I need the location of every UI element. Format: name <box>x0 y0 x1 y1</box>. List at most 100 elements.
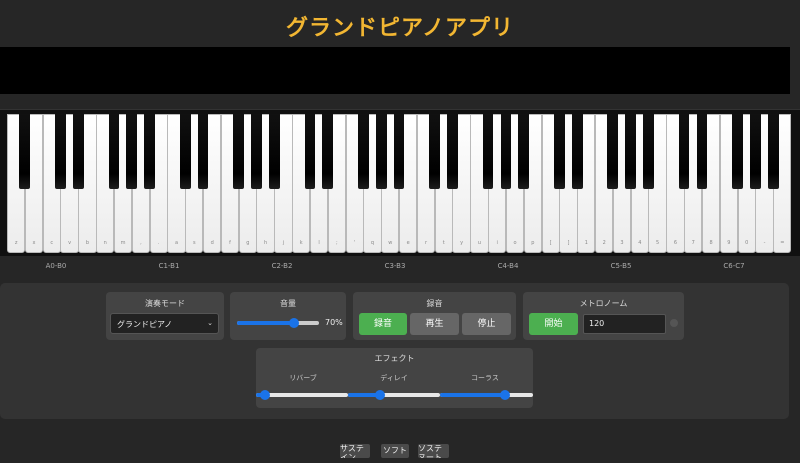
chorus-label: コーラス <box>471 374 499 382</box>
key-label: f <box>229 240 231 246</box>
key-label: . <box>157 240 160 246</box>
sostenuto-pedal-button[interactable]: ソステヌート <box>418 444 449 458</box>
black-key[interactable] <box>19 114 31 189</box>
app-title: グランドピアノアプリ <box>285 16 515 41</box>
key-label: u <box>477 240 481 246</box>
black-key[interactable] <box>393 114 405 189</box>
key-label: = <box>780 240 785 246</box>
octave-label: C2-B2 <box>271 262 293 270</box>
reverb-label: リバーブ <box>289 374 317 382</box>
piano-keys: z x c v b n m,. a s d f g h j k l; ' q w e r t y u i o p [] 1 2 3 4 5 6 7 8… <box>7 114 792 253</box>
reverb-slider[interactable] <box>256 390 348 400</box>
bpm-input[interactable]: 120 <box>583 314 666 334</box>
key-label: q <box>370 240 375 246</box>
black-key[interactable] <box>571 114 583 189</box>
key-label: n <box>103 240 107 246</box>
key-label: [ <box>549 240 552 246</box>
black-key[interactable] <box>625 114 636 189</box>
black-key[interactable] <box>108 114 120 189</box>
key-label: a <box>174 240 179 246</box>
black-key[interactable] <box>233 114 244 189</box>
key-label: r <box>424 240 427 246</box>
volume-title: 音量 <box>280 299 296 308</box>
key-label: c <box>50 240 54 246</box>
octave-label: C4-B4 <box>497 262 519 270</box>
key-label: y <box>460 240 464 246</box>
black-key[interactable] <box>750 114 761 189</box>
key-label: 5 <box>656 240 660 246</box>
key-label: d <box>210 240 214 246</box>
key-label: w <box>388 240 393 246</box>
black-key[interactable] <box>179 114 191 189</box>
record-button[interactable]: 録音 <box>359 313 407 335</box>
key-label: 4 <box>638 240 642 246</box>
black-key[interactable] <box>696 114 708 189</box>
metronome-start-button[interactable]: 開始 <box>529 313 578 335</box>
key-label: , <box>140 240 142 246</box>
sustain-pedal-button[interactable]: サステイン <box>340 444 370 458</box>
black-key[interactable] <box>447 114 458 189</box>
key-label: 8 <box>709 240 713 246</box>
octave-label: A0-B0 <box>45 262 67 270</box>
chorus-slider[interactable] <box>440 390 533 400</box>
key-label: e <box>406 240 410 246</box>
chorus-slider-fill <box>440 393 506 397</box>
key-label: l <box>318 240 320 246</box>
key-label: i <box>496 240 498 246</box>
key-label: 1 <box>584 240 588 246</box>
black-key[interactable] <box>518 114 530 189</box>
key-label: h <box>264 240 268 246</box>
mode-title: 演奏モード <box>145 299 185 308</box>
key-label: j <box>282 240 285 246</box>
black-key[interactable] <box>268 114 280 189</box>
metronome-title: メトロノーム <box>579 299 628 308</box>
black-key[interactable] <box>482 114 494 189</box>
black-key[interactable] <box>322 114 334 189</box>
black-key[interactable] <box>72 114 84 189</box>
key-label: 9 <box>727 240 731 246</box>
octave-label: C5-B5 <box>610 262 632 270</box>
delay-label: ディレイ <box>380 374 408 382</box>
key-label: 7 <box>691 240 695 246</box>
key-label: 3 <box>620 240 624 246</box>
key-label: ; <box>336 240 338 246</box>
black-key[interactable] <box>126 114 138 189</box>
note-display <box>0 47 790 94</box>
black-key[interactable] <box>304 114 316 189</box>
mode-select[interactable]: グランドピアノ ⌄ <box>110 313 219 334</box>
stop-button[interactable]: 停止 <box>462 313 511 335</box>
black-key[interactable] <box>767 114 779 189</box>
play-button[interactable]: 再生 <box>410 313 459 335</box>
piano-keyboard: z x c v b n m,. a s d f g h j k l; ' q w e r t y u i o p [] 1 2 3 4 5 6 7 8… <box>0 109 800 256</box>
key-label: t <box>442 240 445 246</box>
octave-label: C1-B1 <box>158 262 180 270</box>
black-key[interactable] <box>732 114 743 189</box>
black-key[interactable] <box>678 114 690 189</box>
black-key[interactable] <box>55 114 66 189</box>
black-key[interactable] <box>144 114 155 189</box>
black-key[interactable] <box>643 114 654 189</box>
black-key[interactable] <box>429 114 440 189</box>
black-key[interactable] <box>375 114 387 189</box>
delay-slider[interactable] <box>348 390 440 400</box>
effects-title: エフェクト <box>374 354 415 363</box>
key-label: k <box>299 240 303 246</box>
key-label: g <box>246 240 250 246</box>
key-label: - <box>763 240 766 246</box>
black-key[interactable] <box>607 114 619 189</box>
key-label: ] <box>567 240 570 246</box>
volume-value: 70% <box>325 318 343 327</box>
volume-slider[interactable] <box>237 318 319 328</box>
key-label: s <box>193 240 196 246</box>
soft-pedal-button[interactable]: ソフト <box>381 444 409 458</box>
metronome-beat-indicator <box>670 319 678 327</box>
key-label: p <box>531 240 535 246</box>
black-key[interactable] <box>554 114 565 189</box>
record-title: 録音 <box>426 299 443 308</box>
key-label: 6 <box>673 240 678 246</box>
black-key[interactable] <box>251 114 262 189</box>
black-key[interactable] <box>197 114 209 189</box>
key-label: b <box>85 240 90 246</box>
black-key[interactable] <box>500 114 512 189</box>
black-key[interactable] <box>358 114 369 189</box>
